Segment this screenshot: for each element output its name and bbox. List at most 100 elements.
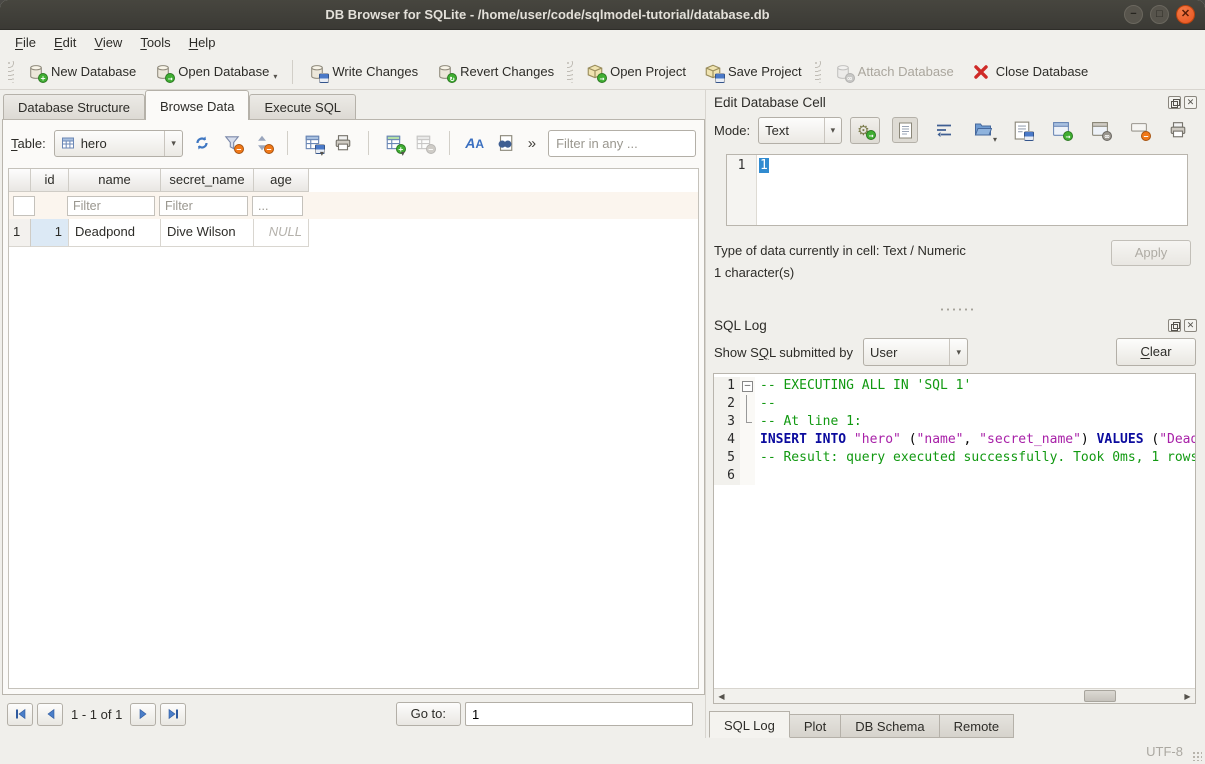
cell-name[interactable]: Deadpond bbox=[69, 219, 161, 247]
menu-help[interactable]: Help bbox=[180, 33, 225, 52]
minimize-icon[interactable]: − bbox=[1124, 5, 1143, 24]
insert-record-button[interactable]: + ▾ bbox=[383, 130, 405, 156]
tab-plot[interactable]: Plot bbox=[790, 714, 841, 738]
row-number[interactable]: 1 bbox=[9, 219, 31, 247]
word-wrap-button[interactable] bbox=[931, 117, 957, 143]
sql-log-line[interactable]: 5-- Result: query executed successfully.… bbox=[714, 449, 1195, 467]
clear-button[interactable]: Clear bbox=[1116, 338, 1196, 366]
submitted-by-value: User bbox=[870, 345, 897, 360]
next-record-button[interactable] bbox=[130, 703, 156, 726]
attach-database-button: ∞ Attach Database bbox=[825, 58, 963, 86]
export-data-button[interactable] bbox=[1009, 117, 1035, 143]
clear-sorting-button[interactable]: − bbox=[251, 130, 273, 156]
filter-input-secret-name[interactable] bbox=[159, 196, 248, 216]
display-format-button[interactable]: AA bbox=[464, 130, 486, 156]
open-database-button[interactable]: → Open Database ▾ bbox=[145, 58, 286, 86]
dock-float-icon[interactable] bbox=[1168, 319, 1181, 332]
dock-splitter-handle[interactable] bbox=[706, 305, 1205, 313]
save-project-button[interactable]: Save Project bbox=[695, 58, 811, 86]
text-mode-button[interactable] bbox=[892, 117, 918, 143]
edit-cell-dock-titlebar[interactable]: Edit Database Cell ✕ bbox=[706, 90, 1205, 112]
sql-log-line[interactable]: 2-- bbox=[714, 395, 1195, 413]
cell-secret-name[interactable]: Dive Wilson bbox=[161, 219, 254, 247]
open-project-button[interactable]: → Open Project bbox=[577, 58, 695, 86]
cell-age[interactable]: NULL bbox=[254, 219, 309, 247]
menubar: File Edit View Tools Help bbox=[0, 30, 1205, 54]
print-cell-button[interactable] bbox=[1165, 117, 1191, 143]
delete-record-icon: − bbox=[415, 134, 433, 152]
toolbar-drag-handle[interactable] bbox=[567, 61, 573, 83]
sql-log-hscrollbar[interactable]: ◀ ▶ bbox=[714, 688, 1195, 703]
clear-sorting-icon: − bbox=[253, 134, 271, 152]
set-null-button[interactable]: − bbox=[1126, 117, 1152, 143]
scrollbar-thumb[interactable] bbox=[1084, 690, 1115, 702]
text-document-icon bbox=[898, 122, 913, 139]
menu-tools[interactable]: Tools bbox=[131, 33, 179, 52]
revert-changes-button[interactable]: ↻ Revert Changes bbox=[427, 58, 563, 86]
tab-sql-log[interactable]: SQL Log bbox=[709, 711, 790, 738]
tab-database-structure[interactable]: Database Structure bbox=[3, 94, 145, 120]
sql-log-line[interactable]: 4INSERT INTO "hero" ("name", "secret_nam… bbox=[714, 431, 1195, 449]
goto-button[interactable]: Go to: bbox=[396, 702, 461, 726]
submitted-by-select[interactable]: User ▾ bbox=[863, 338, 968, 366]
resize-grip[interactable] bbox=[1192, 751, 1202, 761]
close-icon[interactable]: ✕ bbox=[1176, 5, 1195, 24]
scroll-right-icon[interactable]: ▶ bbox=[1180, 689, 1195, 703]
save-results-dropdown-icon[interactable]: ▾ bbox=[320, 149, 324, 158]
column-header-age[interactable]: age bbox=[254, 169, 309, 192]
maximize-icon[interactable]: □ bbox=[1150, 5, 1169, 24]
tab-browse-data[interactable]: Browse Data bbox=[145, 90, 249, 120]
open-database-dropdown-icon[interactable]: ▾ bbox=[273, 72, 277, 81]
print-button[interactable] bbox=[332, 130, 354, 156]
menu-edit[interactable]: Edit bbox=[45, 33, 85, 52]
last-record-button[interactable] bbox=[160, 703, 186, 726]
goto-input[interactable] bbox=[465, 702, 693, 726]
column-header-id[interactable]: id bbox=[31, 169, 69, 192]
save-results-button[interactable]: ▾ bbox=[302, 130, 324, 156]
dock-close-icon[interactable]: ✕ bbox=[1184, 319, 1197, 332]
table-select[interactable]: hero ▾ bbox=[54, 130, 183, 157]
dock-float-icon[interactable] bbox=[1168, 96, 1181, 109]
apply-mode-button[interactable]: ⚙ → bbox=[850, 117, 880, 144]
insert-record-dropdown-icon[interactable]: ▾ bbox=[401, 149, 405, 158]
sql-log-line[interactable]: 1-- EXECUTING ALL IN 'SQL 1' bbox=[714, 377, 1195, 395]
grid-corner[interactable] bbox=[9, 169, 31, 192]
find-in-cells-button[interactable] bbox=[494, 130, 516, 156]
dock-close-icon[interactable]: ✕ bbox=[1184, 96, 1197, 109]
first-record-button[interactable] bbox=[7, 703, 33, 726]
tab-execute-sql[interactable]: Execute SQL bbox=[249, 94, 356, 120]
close-database-button[interactable]: Close Database bbox=[963, 58, 1098, 86]
toolbar-drag-handle[interactable] bbox=[815, 61, 821, 83]
toolbar-separator bbox=[368, 131, 369, 155]
write-changes-button[interactable]: Write Changes bbox=[299, 58, 427, 86]
tab-remote[interactable]: Remote bbox=[940, 714, 1015, 738]
left-panel: Database Structure Browse Data Execute S… bbox=[0, 90, 705, 738]
tab-db-schema[interactable]: DB Schema bbox=[841, 714, 939, 738]
column-header-name[interactable]: name bbox=[69, 169, 161, 192]
menu-view[interactable]: View bbox=[85, 33, 131, 52]
open-external-button[interactable]: → bbox=[1048, 117, 1074, 143]
sql-log-line[interactable]: 6 bbox=[714, 467, 1195, 485]
previous-record-button[interactable] bbox=[37, 703, 63, 726]
menu-file[interactable]: File bbox=[6, 33, 45, 52]
filter-input-name[interactable] bbox=[67, 196, 155, 216]
import-data-button[interactable]: ▾ bbox=[970, 117, 996, 143]
import-dropdown-icon[interactable]: ▾ bbox=[993, 135, 997, 144]
copy-link-button[interactable]: ∞ bbox=[1087, 117, 1113, 143]
column-header-secret-name[interactable]: secret_name bbox=[161, 169, 254, 192]
cell-editor-textarea[interactable]: 1 1 bbox=[726, 154, 1188, 226]
filter-input-age[interactable] bbox=[252, 196, 303, 216]
clear-filters-button[interactable]: − bbox=[221, 130, 243, 156]
refresh-button[interactable] bbox=[191, 130, 213, 156]
sql-log-line[interactable]: 3-- At line 1: bbox=[714, 413, 1195, 431]
toolbar-drag-handle[interactable] bbox=[8, 61, 14, 83]
titlebar[interactable]: DB Browser for SQLite - /home/user/code/… bbox=[0, 0, 1205, 30]
filter-any-input[interactable] bbox=[548, 130, 696, 157]
mode-select[interactable]: Text ▾ bbox=[758, 117, 842, 144]
sql-log-dock-titlebar[interactable]: SQL Log ✕ bbox=[706, 313, 1205, 335]
cell-id[interactable]: 1 bbox=[31, 219, 69, 247]
sql-log-view[interactable]: 1-- EXECUTING ALL IN 'SQL 1'2--3-- At li… bbox=[713, 373, 1196, 704]
toolbar-overflow-button[interactable]: » bbox=[524, 135, 540, 152]
scroll-left-icon[interactable]: ◀ bbox=[714, 689, 729, 703]
new-database-button[interactable]: + New Database bbox=[18, 58, 145, 86]
